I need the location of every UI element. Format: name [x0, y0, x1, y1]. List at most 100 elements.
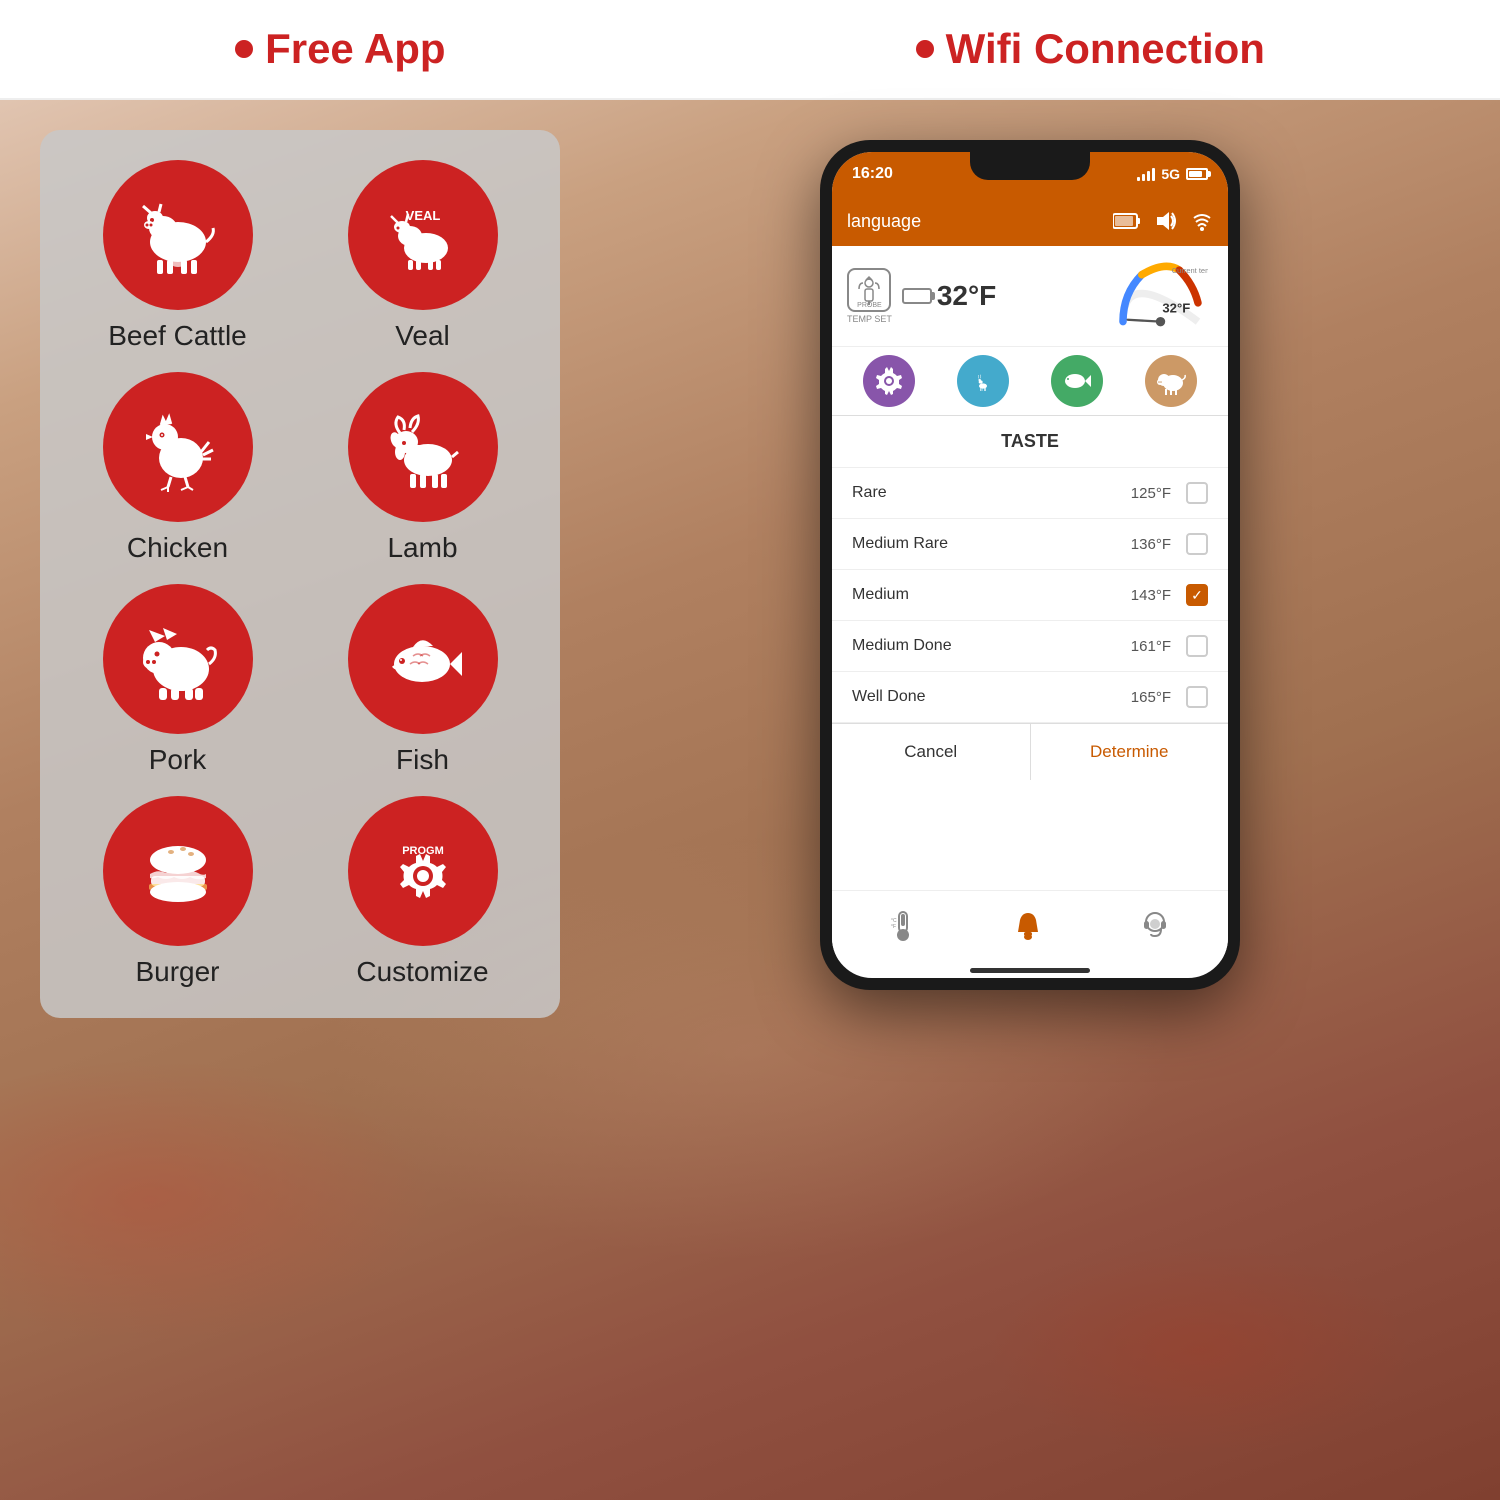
taste-row-rare[interactable]: Rare 125°F: [832, 468, 1228, 519]
meat-item-lamb[interactable]: Lamb: [310, 372, 535, 564]
burger-icon: [103, 796, 253, 946]
checkbox-medium[interactable]: ✓: [1186, 584, 1208, 606]
meat-item-fish[interactable]: Fish: [310, 584, 535, 776]
chicken-label: Chicken: [127, 532, 228, 564]
taste-row-medium[interactable]: Medium 143°F ✓: [832, 570, 1228, 621]
probe-text: PROBE: [857, 302, 882, 309]
app-panel: Beef Cattle VEAL: [40, 130, 560, 1018]
cancel-button[interactable]: Cancel: [832, 724, 1031, 780]
taste-name-well-done: Well Done: [852, 688, 1131, 706]
taste-temp-medium-done: 161°F: [1131, 638, 1171, 655]
meat-item-pork[interactable]: Pork: [65, 584, 290, 776]
customize-label: Customize: [356, 956, 488, 988]
signal-bar-2: [1142, 174, 1145, 181]
header-icons: [1113, 210, 1213, 232]
probe-sub-label: TEMP SET: [847, 314, 892, 324]
current-temp-value: 32°F: [937, 280, 996, 312]
bottom-bell[interactable]: [1012, 910, 1044, 942]
phone-notch: [970, 152, 1090, 180]
free-app-text: Free App: [265, 25, 445, 73]
burger-label: Burger: [135, 956, 219, 988]
wifi-text: Wifi Connection: [946, 25, 1265, 73]
thermometer-icon: °C °F: [889, 910, 917, 942]
bullet-free-app: [235, 40, 253, 58]
lamb-icon: [348, 372, 498, 522]
bullet-wifi: [916, 40, 934, 58]
chicken-icon: [103, 372, 253, 522]
meat-item-customize[interactable]: PROGM Customize: [310, 796, 535, 988]
veal-label: Veal: [395, 320, 450, 352]
meat-item-burger[interactable]: Burger: [65, 796, 290, 988]
phone-screen: 16:20 5G: [832, 152, 1228, 978]
phone-frame: 16:20 5G: [820, 140, 1240, 990]
beef-cattle-icon: [103, 160, 253, 310]
temp-display: 32°F: [902, 280, 996, 312]
animal-circle-goat[interactable]: [957, 355, 1009, 407]
svg-text:VEAL: VEAL: [405, 208, 440, 223]
checkbox-well-done[interactable]: [1186, 686, 1208, 708]
temp-gauge: Current temp 32°F: [1113, 256, 1213, 336]
taste-row-well-done[interactable]: Well Done 165°F: [832, 672, 1228, 723]
animal-circle-pig[interactable]: [1145, 355, 1197, 407]
taste-title: TASTE: [832, 416, 1228, 468]
taste-name-rare: Rare: [852, 484, 1131, 502]
checkbox-rare[interactable]: [1186, 482, 1208, 504]
checkbox-medium-done[interactable]: [1186, 635, 1208, 657]
svg-text:°F: °F: [891, 924, 896, 930]
status-time: 16:20: [852, 165, 893, 183]
bell-icon: [1012, 910, 1044, 942]
customize-icon: PROGM: [348, 796, 498, 946]
meat-item-veal[interactable]: VEAL: [310, 160, 535, 352]
fish-label: Fish: [396, 744, 449, 776]
svg-text:PROGM: PROGM: [402, 845, 444, 857]
animal-circle-fish[interactable]: [1051, 355, 1103, 407]
battery-small: [902, 288, 932, 304]
lamb-label: Lamb: [387, 532, 457, 564]
header-battery-icon: [1113, 213, 1141, 229]
taste-temp-medium-rare: 136°F: [1131, 536, 1171, 553]
fish-icon: [348, 584, 498, 734]
probe-left: PROBE TEMP SET: [847, 268, 892, 324]
meat-item-beef-cattle[interactable]: Beef Cattle: [65, 160, 290, 352]
meat-item-chicken[interactable]: Chicken: [65, 372, 290, 564]
signal-bar-1: [1137, 177, 1140, 181]
wifi-label: Wifi Connection: [916, 25, 1265, 73]
taste-temp-well-done: 165°F: [1131, 689, 1171, 706]
phone-bottom-bar: °C °F: [832, 890, 1228, 960]
taste-name-medium-done: Medium Done: [852, 637, 1131, 655]
signal-bar-4: [1152, 168, 1155, 181]
gauge-svg: Current temp 32°F: [1113, 256, 1208, 331]
probe-icon-box: PROBE: [847, 268, 891, 312]
free-app-label: Free App: [235, 25, 445, 73]
bottom-thermometer[interactable]: °C °F: [889, 910, 917, 942]
status-right: 5G: [1137, 166, 1208, 182]
svg-text:Current temp: Current temp: [1172, 266, 1208, 275]
phone-wrapper: 16:20 5G: [600, 130, 1460, 1470]
dialog-buttons: Cancel Determine: [832, 723, 1228, 780]
signal-bar-3: [1147, 171, 1150, 181]
bottom-support[interactable]: [1139, 910, 1171, 942]
taste-name-medium: Medium: [852, 586, 1131, 604]
animal-circle-progm[interactable]: PROGM: [863, 355, 915, 407]
top-header: Free App Wifi Connection: [0, 0, 1500, 100]
app-title: language: [847, 211, 921, 232]
home-indicator: [970, 968, 1090, 973]
pork-label: Pork: [149, 744, 207, 776]
probe-area: PROBE TEMP SET 32°F: [832, 246, 1228, 347]
determine-button[interactable]: Determine: [1031, 724, 1229, 780]
signal-bars: [1137, 167, 1155, 181]
battery-icon: [1186, 168, 1208, 180]
pork-icon: [103, 584, 253, 734]
header-wifi-icon: [1191, 210, 1213, 232]
phone-app-header: language: [832, 196, 1228, 246]
probe-icon: [854, 275, 884, 305]
svg-text:32°F: 32°F: [1162, 300, 1190, 315]
checkbox-medium-rare[interactable]: [1186, 533, 1208, 555]
main-content: Beef Cattle VEAL: [0, 100, 1500, 1500]
taste-row-medium-done[interactable]: Medium Done 161°F: [832, 621, 1228, 672]
meat-grid: Beef Cattle VEAL: [65, 160, 535, 988]
taste-name-medium-rare: Medium Rare: [852, 535, 1131, 553]
taste-row-medium-rare[interactable]: Medium Rare 136°F: [832, 519, 1228, 570]
veal-icon: VEAL: [348, 160, 498, 310]
taste-temp-medium: 143°F: [1131, 587, 1171, 604]
